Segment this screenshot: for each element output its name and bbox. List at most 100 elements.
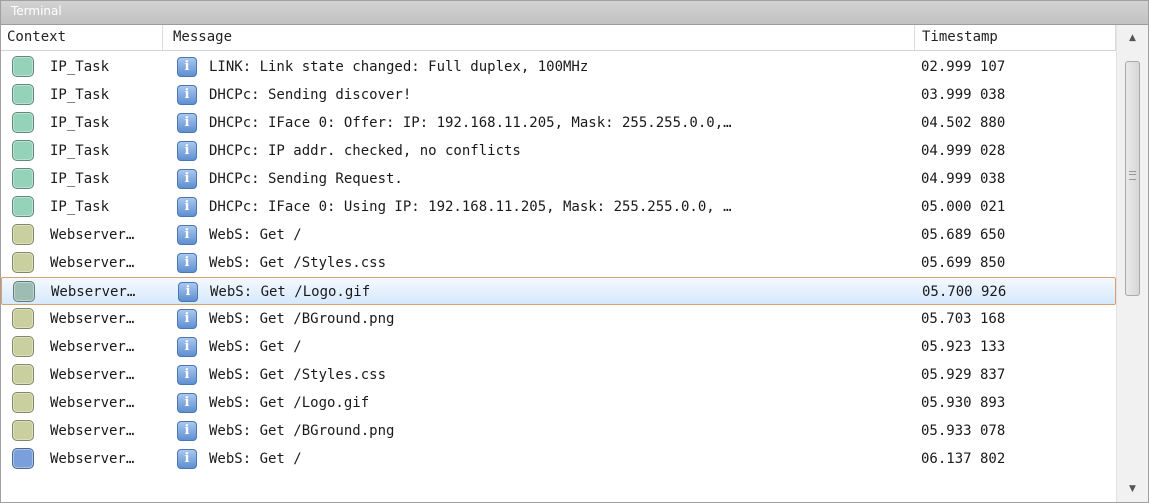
log-message: WebS: Get /Styles.css	[209, 255, 387, 271]
log-row[interactable]: IP_Task i LINK: Link state changed: Full d…	[1, 53, 1116, 81]
terminal-panel: Terminal Context Message Timestamp IP_Ta…	[0, 0, 1149, 503]
log-context: Webserver…	[50, 339, 135, 355]
context-color-swatch	[12, 308, 34, 329]
log-context: Webserver…	[50, 255, 135, 271]
log-context: Webserver…	[50, 367, 135, 383]
log-message: DHCPc: IP addr. checked, no conflicts	[209, 143, 521, 159]
context-color-swatch	[12, 140, 34, 161]
log-context: Webserver…	[50, 311, 135, 327]
log-row[interactable]: Webserver… i WebS: Get /Styles.css 05.929 8…	[1, 361, 1116, 389]
log-context: Webserver…	[50, 423, 135, 439]
info-icon: i	[178, 282, 198, 302]
panel-title-bar: Terminal	[1, 1, 1148, 25]
log-row[interactable]: Webserver… i WebS: Get / 06.137 802	[1, 445, 1116, 473]
context-color-swatch	[12, 196, 34, 217]
log-timestamp: 05.000 021	[921, 199, 1006, 215]
log-row[interactable]: Webserver… i WebS: Get / 05.923 133	[1, 333, 1116, 361]
log-context: Webserver…	[50, 227, 135, 243]
log-row[interactable]: Webserver… i WebS: Get /Styles.css 05.699 8…	[1, 249, 1116, 277]
info-icon: i	[177, 85, 197, 105]
scroll-down-arrow-icon[interactable]: ▼	[1117, 476, 1148, 502]
context-color-swatch	[12, 448, 34, 469]
log-message: WebS: Get /BGround.png	[209, 311, 395, 327]
info-icon: i	[177, 197, 197, 217]
log-context: IP_Task	[50, 143, 110, 159]
log-row[interactable]: Webserver… i WebS: Get /BGround.png 05.933 …	[1, 417, 1116, 445]
log-context: IP_Task	[50, 171, 110, 187]
context-color-swatch	[12, 112, 34, 133]
context-color-swatch	[12, 168, 34, 189]
info-icon: i	[177, 337, 197, 357]
log-context: IP_Task	[50, 199, 110, 215]
log-message: WebS: Get /	[209, 451, 302, 467]
log-message: DHCPc: Sending discover!	[209, 87, 412, 103]
log-timestamp: 04.999 038	[921, 171, 1006, 187]
context-color-swatch	[12, 364, 34, 385]
log-message: WebS: Get /	[209, 339, 302, 355]
log-timestamp: 05.933 078	[921, 423, 1006, 439]
log-message: WebS: Get /Logo.gif	[210, 284, 371, 300]
log-message: DHCPc: Sending Request.	[209, 171, 403, 187]
context-color-swatch	[12, 252, 34, 273]
context-color-swatch	[12, 420, 34, 441]
log-timestamp: 02.999 107	[921, 59, 1006, 75]
log-row[interactable]: IP_Task i DHCPc: Sending Request. 04.999 03…	[1, 165, 1116, 193]
info-icon: i	[177, 169, 197, 189]
log-message: WebS: Get /Styles.css	[209, 367, 387, 383]
context-color-swatch	[12, 392, 34, 413]
column-header-message[interactable]: Message	[163, 25, 915, 50]
info-icon: i	[177, 253, 197, 273]
log-timestamp: 05.929 837	[921, 367, 1006, 383]
scroll-up-arrow-icon[interactable]: ▲	[1117, 25, 1148, 51]
log-row-selected[interactable]: Webserver… i WebS: Get /Logo.gif 05.700 926	[1, 277, 1116, 305]
log-message: WebS: Get /BGround.png	[209, 423, 395, 439]
info-icon: i	[177, 225, 197, 245]
grip-icon	[1129, 171, 1136, 180]
log-timestamp: 06.137 802	[921, 451, 1006, 467]
log-context: Webserver…	[50, 451, 135, 467]
log-list: IP_Task i LINK: Link state changed: Full d…	[1, 51, 1116, 502]
info-icon: i	[177, 393, 197, 413]
log-context: IP_Task	[50, 59, 110, 75]
log-context: IP_Task	[50, 115, 110, 131]
context-color-swatch	[12, 56, 34, 77]
log-context: Webserver…	[50, 395, 135, 411]
log-context: IP_Task	[50, 87, 110, 103]
log-row[interactable]: Webserver… i WebS: Get / 05.689 650	[1, 221, 1116, 249]
log-context: Webserver…	[51, 284, 136, 300]
log-message: WebS: Get /Logo.gif	[209, 395, 370, 411]
column-header-timestamp[interactable]: Timestamp	[915, 25, 1116, 50]
vertical-scrollbar[interactable]: ▲ ▼	[1116, 25, 1148, 502]
log-row[interactable]: IP_Task i DHCPc: IFace 0: Using IP: 192.16…	[1, 193, 1116, 221]
column-header-context[interactable]: Context	[1, 25, 163, 50]
info-icon: i	[177, 113, 197, 133]
log-timestamp: 05.923 133	[921, 339, 1006, 355]
context-color-swatch	[12, 224, 34, 245]
info-icon: i	[177, 141, 197, 161]
log-row[interactable]: Webserver… i WebS: Get /Logo.gif 05.930 893	[1, 389, 1116, 417]
log-message: DHCPc: IFace 0: Offer: IP: 192.168.11.20…	[209, 115, 732, 131]
log-message: LINK: Link state changed: Full duplex, 1…	[209, 59, 589, 75]
log-timestamp: 04.502 880	[921, 115, 1006, 131]
log-row[interactable]: IP_Task i DHCPc: IFace 0: Offer: IP: 192.1…	[1, 109, 1116, 137]
info-icon: i	[177, 365, 197, 385]
log-timestamp: 03.999 038	[921, 87, 1006, 103]
info-icon: i	[177, 449, 197, 469]
column-header-row: Context Message Timestamp	[1, 25, 1116, 51]
log-row[interactable]: IP_Task i DHCPc: IP addr. checked, no conf…	[1, 137, 1116, 165]
log-row[interactable]: IP_Task i DHCPc: Sending discover! 03.999 0…	[1, 81, 1116, 109]
log-row[interactable]: Webserver… i WebS: Get /BGround.png 05.703 …	[1, 305, 1116, 333]
log-timestamp: 05.700 926	[922, 284, 1007, 300]
context-color-swatch	[12, 336, 34, 357]
panel-title: Terminal	[11, 4, 62, 18]
log-timestamp: 05.699 850	[921, 255, 1006, 271]
info-icon: i	[177, 57, 197, 77]
log-timestamp: 05.689 650	[921, 227, 1006, 243]
info-icon: i	[177, 309, 197, 329]
log-message: WebS: Get /	[209, 227, 302, 243]
context-color-swatch	[12, 84, 34, 105]
context-color-swatch	[13, 281, 35, 302]
info-icon: i	[177, 421, 197, 441]
scrollbar-thumb[interactable]	[1125, 61, 1140, 296]
log-timestamp: 05.930 893	[921, 395, 1006, 411]
